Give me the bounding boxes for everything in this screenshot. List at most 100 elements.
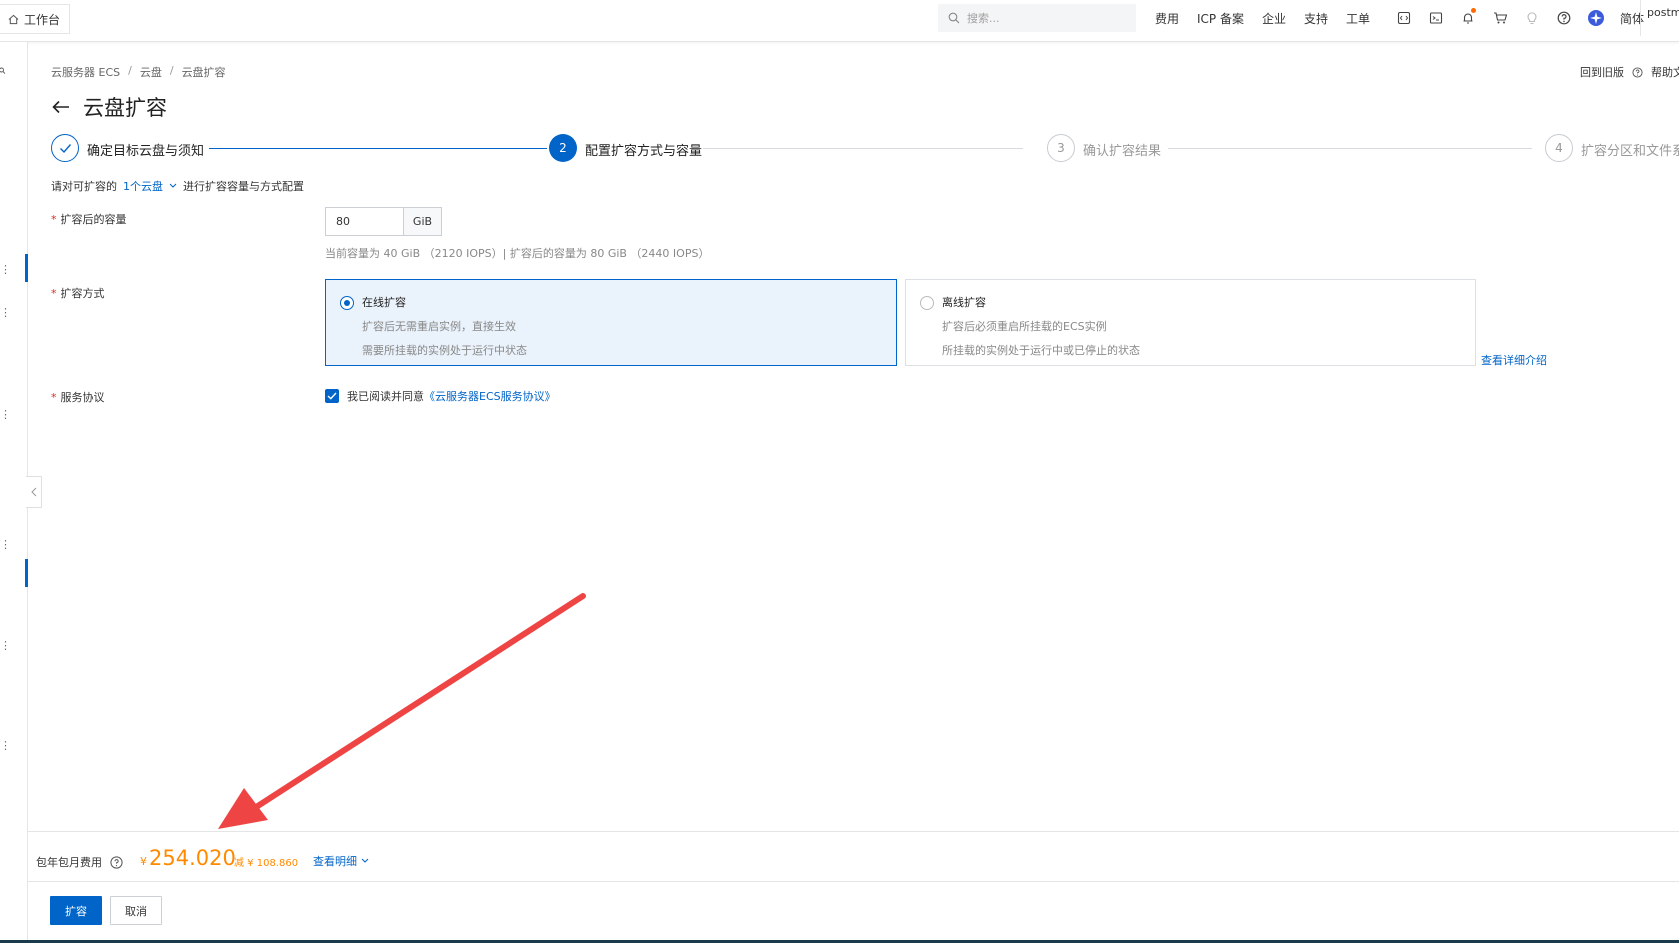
price-discount: 减 ¥ 108.860 [234, 858, 299, 869]
rail-more-icon[interactable]: ⋮ [0, 640, 11, 651]
ai-assistant-icon[interactable] [1580, 0, 1612, 36]
offline-desc-2: 所挂载的实例处于运行中或已停止的状态 [942, 344, 1140, 357]
method-label-text: 扩容方式 [60, 287, 105, 300]
fee-label: 包年包月费用 [36, 854, 123, 870]
view-fee-details-label: 查看明细 [313, 855, 357, 868]
user-account[interactable]: postm [1640, 0, 1679, 36]
online-radio[interactable] [340, 296, 354, 310]
cancel-button[interactable]: 取消 [110, 896, 162, 925]
top-nav-links: 费用 ICP 备案 企业 支持 工单 简体 [1155, 0, 1658, 36]
step-connector [1168, 148, 1532, 149]
offline-desc-1: 扩容后必须重启所挂载的ECS实例 [942, 320, 1107, 333]
step-3-circle: 3 [1047, 134, 1075, 162]
rail-active-indicator [25, 559, 28, 587]
step-1-label: 确定目标云盘与须知 [87, 144, 205, 159]
capacity-label: * 扩容后的容量 [51, 211, 127, 227]
sidebar-collapse-button[interactable] [26, 476, 42, 508]
required-mark: * [51, 213, 57, 226]
terminal-icon[interactable] [1420, 0, 1452, 36]
required-mark: * [51, 287, 57, 300]
help-icon[interactable] [1548, 0, 1580, 36]
offline-title: 离线扩容 [942, 296, 986, 309]
code-icon[interactable] [1388, 0, 1420, 36]
offline-resize-option[interactable]: 离线扩容 扩容后必须重启所挂载的ECS实例 所挂载的实例处于运行中或已停止的状态 [905, 279, 1476, 366]
step-3-label: 确认扩容结果 [1083, 144, 1162, 159]
step-2-circle: 2 [549, 134, 577, 162]
action-bar: 扩容 取消 [28, 881, 1679, 943]
top-navigation-bar: 工作台 搜索... 费用 ICP 备案 企业 支持 工单 简体 postm [0, 0, 1679, 42]
help-doc-link[interactable]: 帮助文 [1651, 64, 1679, 80]
view-fee-details[interactable]: 查看明细 [313, 853, 369, 869]
header-links: 回到旧版 帮助文 [1580, 64, 1679, 80]
rail-more-icon[interactable]: ⋮ [0, 307, 11, 318]
breadcrumb-separator: / [169, 64, 174, 77]
capacity-label-text: 扩容后的容量 [60, 213, 127, 226]
bell-icon[interactable] [1452, 0, 1484, 36]
step-connector [209, 148, 547, 149]
online-desc-1: 扩容后无需重启实例，直接生效 [362, 320, 516, 333]
page-title: 云盘扩容 [83, 96, 167, 120]
capacity-hint: 当前容量为 40 GiB （2120 IOPS）| 扩容后的容量为 80 GiB… [325, 247, 710, 260]
search-placeholder: 搜索... [967, 12, 1000, 25]
nav-icp[interactable]: ICP 备案 [1197, 10, 1244, 27]
wizard-steps: 确定目标云盘与须知 2 配置扩容方式与容量 3 确认扩容结果 4 扩容分区和文件… [51, 134, 1679, 164]
step-connector [703, 148, 1023, 149]
help-circle-icon[interactable] [110, 855, 123, 869]
agreement-row: 我已阅读并同意《云服务器ECS服务协议》 [325, 388, 556, 404]
capacity-input[interactable]: 80 GiB [325, 207, 442, 236]
step-2-label: 配置扩容方式与容量 [585, 144, 703, 159]
left-sidebar-rail: ⋮ ⋮ ⋮ ⋮ ⋮ ⋮ [0, 42, 28, 943]
search-icon [948, 12, 960, 24]
capacity-value[interactable]: 80 [326, 208, 404, 235]
nav-fees[interactable]: 费用 [1155, 10, 1179, 27]
agreement-label-text: 服务协议 [60, 391, 105, 404]
chevron-down-icon[interactable] [169, 183, 177, 189]
workbench-button[interactable]: 工作台 [0, 4, 70, 34]
step-1-check-icon [51, 134, 79, 162]
agreement-label: * 服务协议 [51, 389, 105, 405]
rail-search-icon[interactable] [0, 66, 6, 77]
nav-tickets[interactable]: 工单 [1346, 10, 1370, 27]
rail-more-icon[interactable]: ⋮ [0, 409, 11, 420]
agreement-checkbox[interactable] [325, 389, 339, 403]
target-disk-hint: 请对可扩容的 1个云盘 进行扩容容量与方式配置 [51, 178, 304, 194]
rail-more-icon[interactable]: ⋮ [0, 740, 11, 751]
cart-icon[interactable] [1484, 0, 1516, 36]
hint-prefix: 请对可扩容的 [51, 180, 117, 193]
help-circle-icon [1632, 66, 1643, 78]
capacity-unit: GiB [404, 208, 441, 235]
notification-dot [1471, 8, 1477, 13]
online-resize-option[interactable]: 在线扩容 扩容后无需重启实例，直接生效 需要所挂载的实例处于运行中状态 [325, 279, 897, 366]
nav-enterprise[interactable]: 企业 [1262, 10, 1286, 27]
offline-radio[interactable] [920, 296, 934, 310]
rail-more-icon[interactable]: ⋮ [0, 539, 11, 550]
breadcrumb-ecs[interactable]: 云服务器 ECS [51, 64, 120, 80]
price-amount: 254.020 [149, 846, 236, 870]
chevron-left-icon [30, 487, 36, 497]
agreement-link[interactable]: 《云服务器ECS服务协议》 [424, 390, 556, 403]
old-version-link[interactable]: 回到旧版 [1580, 64, 1624, 80]
lightbulb-icon[interactable] [1516, 0, 1548, 36]
back-arrow-icon[interactable] [51, 99, 71, 115]
online-title: 在线扩容 [362, 296, 406, 309]
confirm-resize-button[interactable]: 扩容 [50, 896, 102, 925]
price-currency: ¥ [140, 855, 147, 868]
rail-active-indicator [25, 254, 28, 282]
step-4-label: 扩容分区和文件系 [1581, 144, 1679, 159]
checkmark-icon [327, 392, 337, 400]
nav-support[interactable]: 支持 [1304, 10, 1328, 27]
required-mark: * [51, 391, 57, 404]
global-search-input[interactable]: 搜索... [938, 4, 1136, 32]
fee-label-text: 包年包月费用 [36, 856, 102, 869]
hint-suffix: 进行扩容容量与方式配置 [183, 180, 304, 193]
price: ¥ 254.020 [140, 846, 236, 870]
chevron-down-icon [361, 858, 369, 863]
breadcrumb-disk[interactable]: 云盘 [140, 64, 162, 80]
workbench-label: 工作台 [24, 12, 61, 27]
rail-more-icon[interactable]: ⋮ [0, 264, 11, 275]
view-details-link[interactable]: 查看详细介绍 [1481, 352, 1547, 368]
breadcrumb-current: 云盘扩容 [181, 66, 226, 79]
online-desc-2: 需要所挂载的实例处于运行中状态 [362, 344, 527, 357]
breadcrumb: 云服务器 ECS / 云盘 / 云盘扩容 [51, 64, 226, 80]
disk-count-dropdown[interactable]: 1个云盘 [123, 178, 163, 194]
